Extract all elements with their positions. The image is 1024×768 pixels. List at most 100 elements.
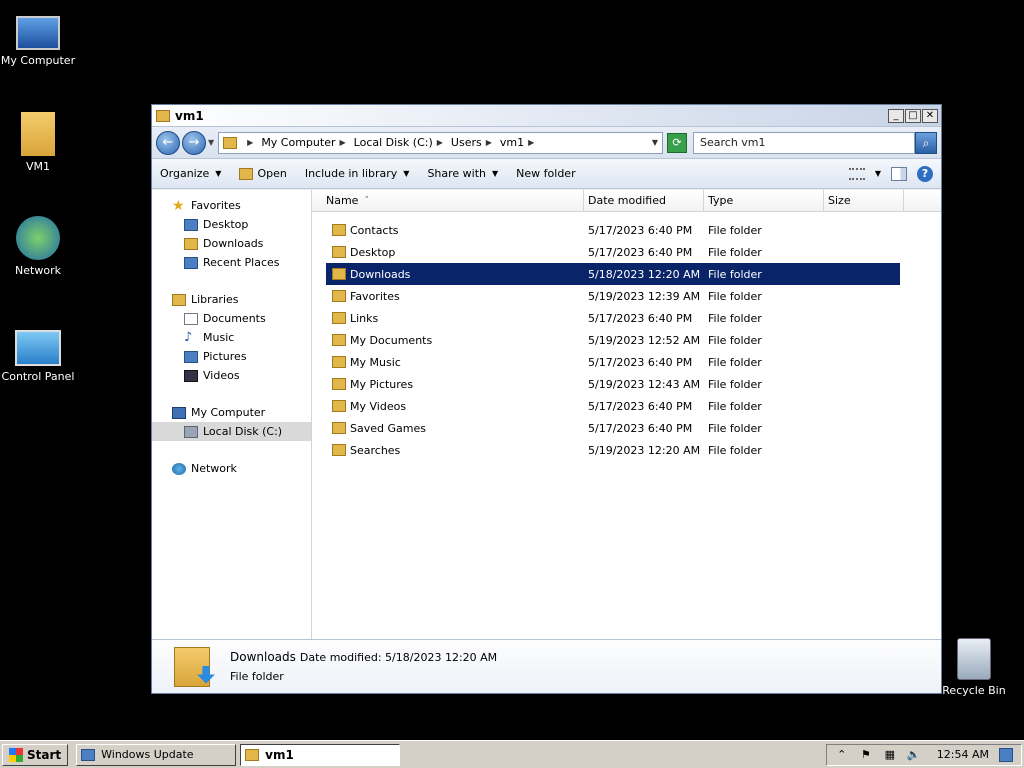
nav-recent-places[interactable]: Recent Places [152, 253, 311, 272]
column-header-date-modified[interactable]: Date modified [584, 190, 704, 211]
minimize-button[interactable]: _ [888, 108, 904, 123]
column-header-type[interactable]: Type [704, 190, 824, 211]
libraries-icon [172, 293, 186, 306]
start-button[interactable]: Start [2, 743, 69, 766]
file-name: Favorites [350, 289, 400, 303]
table-row[interactable]: My Pictures 5/19/2023 12:43 AM File folder [326, 373, 900, 395]
back-button[interactable]: ← [156, 130, 180, 155]
navigation-pane[interactable]: ★ Favorites Desktop Downloads Recent Plac… [152, 190, 312, 639]
open-label: Open [257, 167, 287, 180]
nav-documents[interactable]: Documents [152, 309, 311, 328]
table-row[interactable]: Saved Games 5/17/2023 6:40 PM File folder [326, 417, 900, 439]
help-icon[interactable]: ? [917, 165, 933, 182]
network-icon [172, 462, 186, 475]
refresh-icon: ⟳ [672, 135, 682, 149]
nav-libraries[interactable]: Libraries [152, 290, 311, 309]
clock[interactable]: 12:54 AM [937, 748, 989, 761]
taskbar-item-vm1[interactable]: vm1 [240, 743, 401, 766]
column-headers: Name ˄ Date modified Type Size [312, 190, 941, 212]
desktop-icon [184, 218, 198, 231]
organize-button[interactable]: Organize ▼ [160, 167, 221, 180]
desktop-icon-control-panel[interactable]: Control Panel [0, 326, 76, 383]
file-rows: Contacts 5/17/2023 6:40 PM File folder Des… [312, 212, 941, 461]
desktop-icon-my-computer[interactable]: My Computer [0, 10, 76, 67]
crumb-label: Local Disk (C:) [353, 136, 433, 149]
file-type: File folder [708, 399, 762, 413]
file-type: File folder [708, 245, 762, 259]
nav-favorites[interactable]: ★ Favorites [152, 196, 311, 215]
details-date-modified: Date modified: 5/18/2023 12:20 AM [299, 651, 498, 664]
file-type: File folder [708, 267, 762, 281]
window-titlebar[interactable]: vm1 _ □ ✕ [152, 105, 941, 127]
table-row[interactable]: Desktop 5/17/2023 6:40 PM File folder [326, 241, 900, 263]
crumb-vm1[interactable]: vm1 ▶ [500, 136, 538, 149]
crumb-local-disk[interactable]: Local Disk (C:) ▶ [354, 136, 447, 149]
explorer-window: vm1 _ □ ✕ ← → ▼ ▶ My Computer ▶ Local Dis… [151, 104, 942, 694]
folder-icon [332, 356, 346, 368]
new-folder-button[interactable]: New folder [516, 167, 575, 180]
nav-pictures[interactable]: Pictures [152, 347, 311, 366]
table-row[interactable]: My Documents 5/19/2023 12:52 AM File folde… [326, 329, 900, 351]
crumb-my-computer[interactable]: My Computer ▶ [261, 136, 349, 149]
search-button[interactable]: ⌕ [915, 131, 937, 154]
folder-icon [332, 422, 346, 434]
nav-group-network: Network [152, 459, 311, 478]
file-date: 5/19/2023 12:52 AM [588, 333, 701, 347]
nav-music[interactable]: ♪ Music [152, 328, 311, 347]
preview-pane-icon[interactable] [891, 166, 907, 181]
action-center-flag-icon[interactable]: ⚑ [859, 748, 873, 762]
desktop-icon-network[interactable]: Network [0, 216, 76, 277]
music-icon: ♪ [184, 329, 193, 345]
file-list[interactable]: Name ˄ Date modified Type Size Contacts 5/… [312, 190, 941, 639]
file-type: File folder [708, 377, 762, 391]
share-with-button[interactable]: Share with ▼ [427, 167, 498, 180]
table-row[interactable]: Searches 5/19/2023 12:20 AM File folder [326, 439, 900, 461]
user-folder-icon [21, 112, 55, 156]
column-header-name[interactable]: Name ˄ [312, 190, 584, 211]
show-hidden-icons-icon[interactable]: ⌃ [835, 748, 849, 762]
nav-downloads[interactable]: Downloads [152, 234, 311, 253]
table-row-selected[interactable]: Downloads 5/18/2023 12:20 AM File folder [326, 263, 900, 285]
pictures-icon [184, 350, 198, 363]
close-button[interactable]: ✕ [922, 108, 938, 123]
nav-local-disk[interactable]: Local Disk (C:) [152, 422, 311, 441]
desktop-icon-recycle-bin[interactable]: Recycle Bin [936, 638, 1012, 697]
network-status-icon[interactable]: ▦ [883, 748, 897, 762]
include-in-library-button[interactable]: Include in library ▼ [305, 167, 410, 180]
dropdown-arrow-icon: ▼ [215, 169, 222, 178]
documents-icon [184, 312, 198, 325]
file-name: My Pictures [350, 377, 414, 391]
windows-update-icon [81, 748, 96, 761]
desktop-icon-vm1[interactable]: VM1 [0, 112, 76, 173]
nav-my-computer[interactable]: My Computer [152, 403, 311, 422]
folder-icon [245, 748, 260, 761]
nav-videos[interactable]: Videos [152, 366, 311, 385]
file-date: 5/17/2023 6:40 PM [588, 399, 693, 413]
show-desktop-icon[interactable] [999, 747, 1013, 762]
table-row[interactable]: My Music 5/17/2023 6:40 PM File folder [326, 351, 900, 373]
nav-desktop[interactable]: Desktop [152, 215, 311, 234]
column-header-size[interactable]: Size [824, 190, 904, 211]
search-input[interactable]: Search vm1 [693, 131, 915, 154]
volume-muted-icon[interactable]: 🔈 [907, 748, 921, 762]
folder-icon [332, 312, 346, 324]
recent-pages-dropdown-icon[interactable]: ▼ [208, 138, 214, 147]
breadcrumb[interactable]: ▶ My Computer ▶ Local Disk (C:) ▶ Users ▶ v… [218, 131, 663, 154]
taskbar-item-windows-update[interactable]: Windows Update [76, 743, 237, 766]
table-row[interactable]: Favorites 5/19/2023 12:39 AM File folder [326, 285, 900, 307]
open-button[interactable]: Open [239, 167, 287, 180]
nav-network[interactable]: Network [152, 459, 311, 478]
crumb-users[interactable]: Users ▶ [451, 136, 496, 149]
maximize-button[interactable]: □ [905, 108, 921, 123]
table-row[interactable]: Links 5/17/2023 6:40 PM File folder [326, 307, 900, 329]
crumb-separator-root[interactable]: ▶ [243, 138, 257, 147]
task-label: Windows Update [101, 748, 194, 761]
forward-button[interactable]: → [182, 130, 206, 155]
view-dropdown-icon[interactable]: ▼ [875, 169, 881, 178]
window-title: vm1 [175, 108, 204, 123]
table-row[interactable]: Contacts 5/17/2023 6:40 PM File folder [326, 219, 900, 241]
refresh-button[interactable]: ⟳ [667, 132, 687, 153]
address-history-dropdown-icon[interactable]: ▼ [652, 138, 658, 147]
table-row[interactable]: My Videos 5/17/2023 6:40 PM File folder [326, 395, 900, 417]
change-view-icon[interactable] [848, 167, 865, 180]
